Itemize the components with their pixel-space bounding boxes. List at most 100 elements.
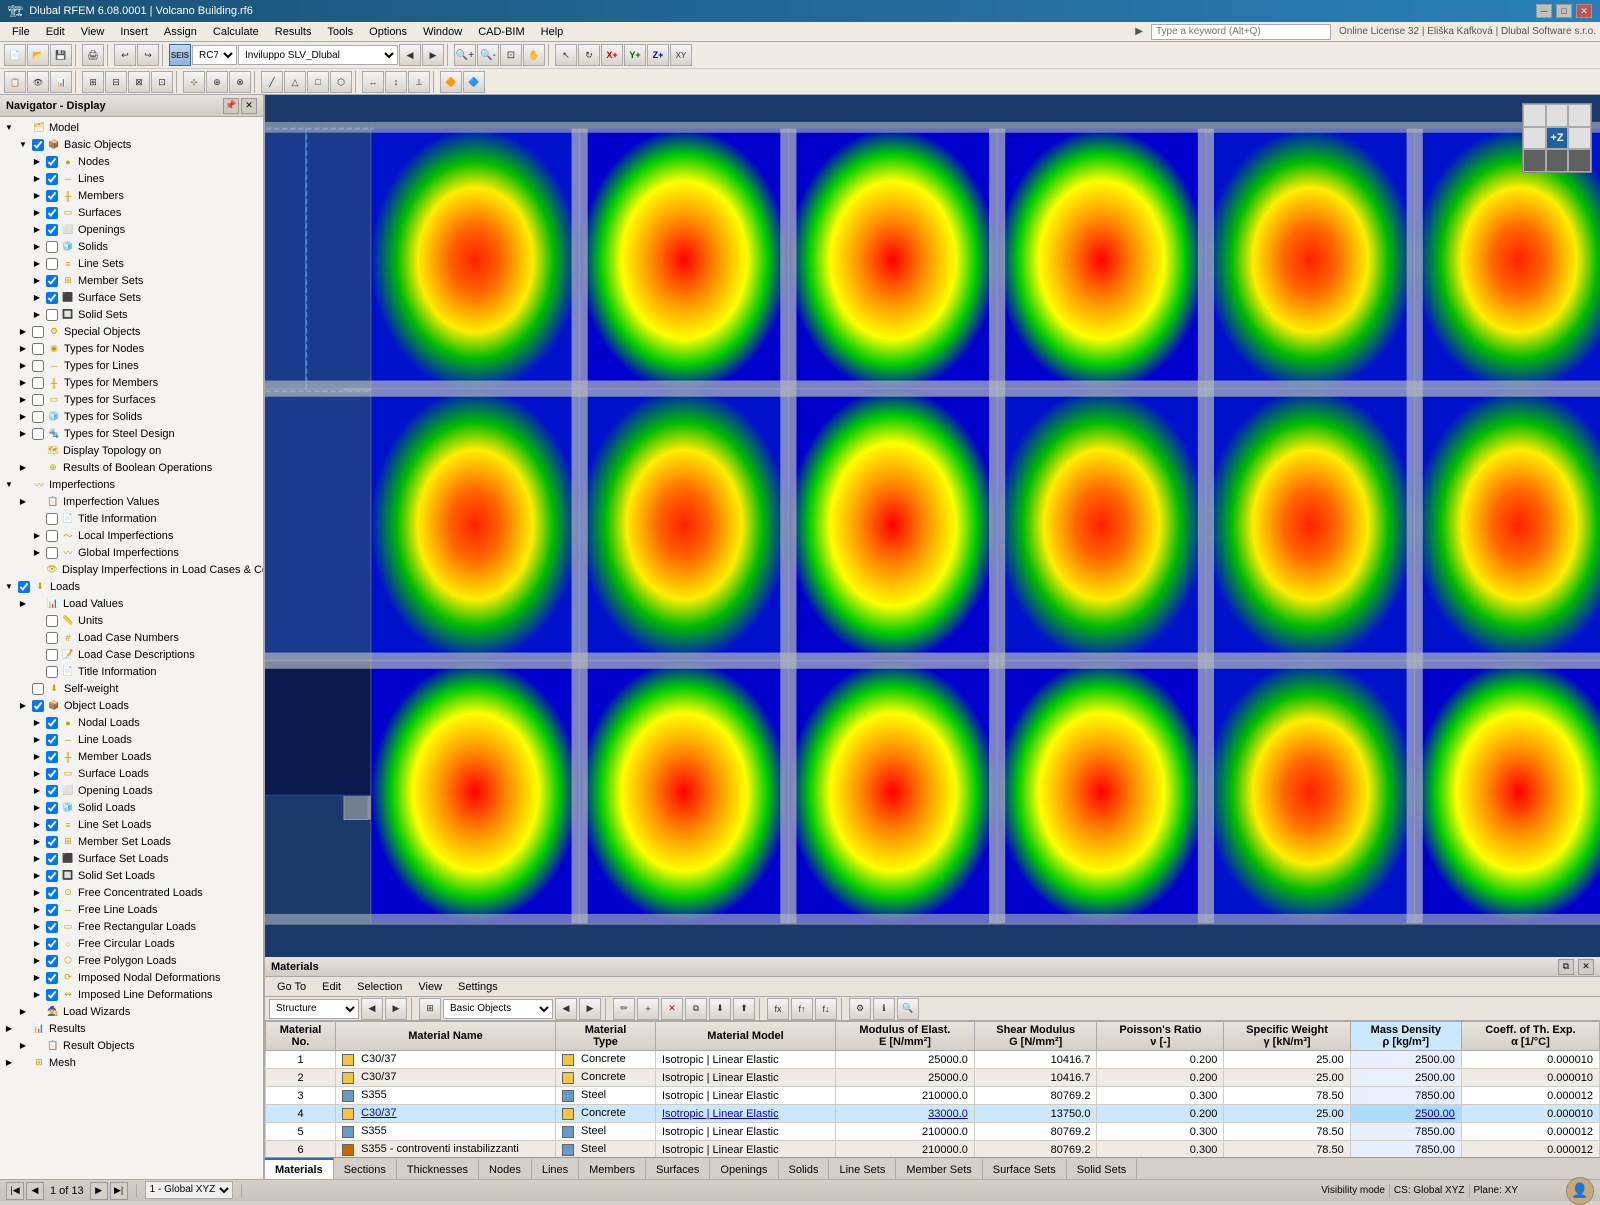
next-combo-btn[interactable]: ▶ [422, 44, 444, 66]
nav-tab-solid-sets[interactable]: Solid Sets [1067, 1158, 1138, 1179]
panel-close-button[interactable]: ✕ [1578, 959, 1594, 975]
tb2-btn4[interactable]: ⊡ [151, 71, 173, 93]
select-btn[interactable]: ↖ [555, 44, 577, 66]
tree-item-solid-sets[interactable]: ▶🔲Solid Sets [0, 306, 263, 323]
checkbox-basic-objects[interactable] [32, 139, 44, 151]
compass-widget[interactable]: +Z [1522, 103, 1592, 173]
tree-item-nodes[interactable]: ▶●Nodes [0, 153, 263, 170]
table-row[interactable]: 6 S355 - controventi instabilizzanti Ste… [266, 1141, 1600, 1158]
table-row[interactable]: 2 C30/37 Concrete Isotropic | Linear Ela… [266, 1069, 1600, 1087]
tree-item-openings[interactable]: ▶⬜Openings [0, 221, 263, 238]
tree-item-basic-objects[interactable]: ▼📦Basic Objects [0, 136, 263, 153]
tree-item-nodal-loads[interactable]: ▶●Nodal Loads [0, 714, 263, 731]
rotate-btn[interactable]: ↻ [578, 44, 600, 66]
compass-cell-ml[interactable] [1523, 127, 1546, 150]
tree-item-lines[interactable]: ▶─Lines [0, 170, 263, 187]
tree-item-title-information-load[interactable]: 📄Title Information [0, 663, 263, 680]
tree-item-free-concentrated-loads[interactable]: ▶⊙Free Concentrated Loads [0, 884, 263, 901]
expand-arrow-members[interactable]: ▶ [30, 187, 44, 204]
checkbox-types-for-lines[interactable] [32, 360, 44, 372]
nav-model-btn[interactable]: 📋 [4, 71, 26, 93]
compass-cell-bm[interactable] [1546, 149, 1569, 172]
nav-tab-surface-sets[interactable]: Surface Sets [983, 1158, 1067, 1179]
tree-item-surface-set-loads[interactable]: ▶⬛Surface Set Loads [0, 850, 263, 867]
tb2-snap3[interactable]: ⊗ [229, 71, 251, 93]
panel-header-controls[interactable]: ⧉ ✕ [1558, 959, 1594, 975]
tree-item-results-boolean[interactable]: ▶⊕Results of Boolean Operations [0, 459, 263, 476]
checkbox-types-for-members[interactable] [32, 377, 44, 389]
checkbox-solid-loads[interactable] [46, 802, 58, 814]
tree-item-object-loads[interactable]: ▶📦Object Loads [0, 697, 263, 714]
expand-arrow-basic-objects[interactable]: ▼ [16, 136, 30, 153]
expand-arrow-openings[interactable]: ▶ [30, 221, 44, 238]
tb2-render2[interactable]: 🔷 [463, 71, 485, 93]
checkbox-surface-set-loads[interactable] [46, 853, 58, 865]
menu-insert[interactable]: Insert [112, 24, 156, 40]
tree-item-imperfections[interactable]: ▼〰Imperfections [0, 476, 263, 493]
checkbox-surface-sets[interactable] [46, 292, 58, 304]
navigator-close-button[interactable]: ✕ [241, 98, 257, 114]
page-first-btn[interactable]: |◀ [6, 1182, 24, 1200]
nav-tree[interactable]: ▼🗂Model▼📦Basic Objects▶●Nodes▶─Lines▶╫Me… [0, 117, 263, 1179]
tree-item-title-information-imp[interactable]: 📄Title Information [0, 510, 263, 527]
panel-func1-btn[interactable]: fx [767, 998, 789, 1020]
expand-arrow-surface-loads[interactable]: ▶ [30, 765, 44, 782]
nav-tab-openings[interactable]: Openings [710, 1158, 778, 1179]
expand-arrow-types-for-solids[interactable]: ▶ [16, 408, 30, 425]
tree-item-result-objects[interactable]: ▶📋Result Objects [0, 1037, 263, 1054]
expand-arrow-result-objects[interactable]: ▶ [16, 1037, 30, 1054]
expand-arrow-member-set-loads[interactable]: ▶ [30, 833, 44, 850]
nav-tab-materials[interactable]: Materials [265, 1158, 334, 1179]
nav-tab-line-sets[interactable]: Line Sets [829, 1158, 896, 1179]
checkbox-free-polygon-loads[interactable] [46, 955, 58, 967]
tree-item-free-polygon-loads[interactable]: ▶⬡Free Polygon Loads [0, 952, 263, 969]
structure-dropdown[interactable]: Structure [269, 999, 359, 1019]
expand-arrow-free-line-loads[interactable]: ▶ [30, 901, 44, 918]
checkbox-solid-set-loads[interactable] [46, 870, 58, 882]
navigator-pin-button[interactable]: 📌 [223, 98, 239, 114]
checkbox-object-loads[interactable] [32, 700, 44, 712]
open-button[interactable]: 📂 [27, 44, 49, 66]
expand-arrow-types-for-nodes[interactable]: ▶ [16, 340, 30, 357]
menu-edit[interactable]: Edit [38, 24, 73, 40]
panel-obj-next-btn[interactable]: ▶ [579, 998, 601, 1020]
expand-arrow-line-sets[interactable]: ▶ [30, 255, 44, 272]
tb2-render1[interactable]: 🔶 [440, 71, 462, 93]
expand-arrow-self-weight[interactable] [16, 680, 30, 697]
menu-view[interactable]: View [73, 24, 113, 40]
nav-tab-surfaces[interactable]: Surfaces [646, 1158, 710, 1179]
viewport-area[interactable]: +Z [265, 95, 1600, 957]
undo-button[interactable]: ↩ [114, 44, 136, 66]
panel-float-button[interactable]: ⧉ [1558, 959, 1574, 975]
expand-arrow-results-boolean[interactable]: ▶ [16, 459, 30, 476]
tb2-snap1[interactable]: ⊹ [183, 71, 205, 93]
print-button[interactable]: 🖨 [82, 44, 104, 66]
checkbox-load-case-descriptions[interactable] [46, 649, 58, 661]
expand-arrow-surface-set-loads[interactable]: ▶ [30, 850, 44, 867]
tree-item-types-for-lines[interactable]: ▶─Types for Lines [0, 357, 263, 374]
checkbox-types-for-surfaces[interactable] [32, 394, 44, 406]
tb2-btn1[interactable]: ⊞ [82, 71, 104, 93]
page-last-btn[interactable]: ▶| [110, 1182, 128, 1200]
tree-item-units[interactable]: 📏Units [0, 612, 263, 629]
expand-arrow-nodal-loads[interactable]: ▶ [30, 714, 44, 731]
tree-item-line-sets[interactable]: ▶≡Line Sets [0, 255, 263, 272]
compass-cell-mr[interactable] [1568, 127, 1591, 150]
checkbox-line-set-loads[interactable] [46, 819, 58, 831]
expand-arrow-surfaces[interactable]: ▶ [30, 204, 44, 221]
nav-tab-members[interactable]: Members [579, 1158, 646, 1179]
rc-dropdown[interactable]: RC7 [192, 45, 237, 65]
xyz-x-btn[interactable]: X+ [601, 44, 623, 66]
menu-window[interactable]: Window [415, 24, 470, 40]
expand-arrow-types-for-surfaces[interactable]: ▶ [16, 391, 30, 408]
expand-arrow-solid-sets[interactable]: ▶ [30, 306, 44, 323]
maximize-button[interactable]: □ [1556, 4, 1572, 18]
panel-export-btn[interactable]: ⬆ [733, 998, 755, 1020]
tree-item-special-objects[interactable]: ▶⚙Special Objects [0, 323, 263, 340]
expand-arrow-line-loads[interactable]: ▶ [30, 731, 44, 748]
expand-arrow-load-values[interactable]: ▶ [16, 595, 30, 612]
tree-item-types-for-solids[interactable]: ▶🧊Types for Solids [0, 408, 263, 425]
nav-tab-lines[interactable]: Lines [532, 1158, 579, 1179]
tb2-draw3[interactable]: □ [307, 71, 329, 93]
window-controls[interactable]: ─ □ ✕ [1536, 4, 1592, 18]
